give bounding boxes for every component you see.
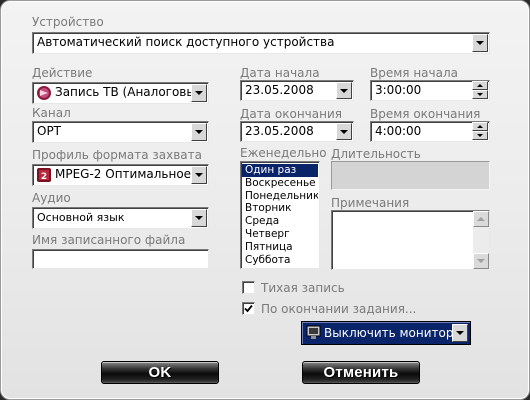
channel-label: Канал — [32, 106, 71, 120]
chevron-down-icon[interactable] — [336, 123, 352, 140]
action-label: Действие — [32, 66, 93, 80]
ok-button-label: OK — [148, 364, 172, 381]
notes-textarea[interactable] — [331, 210, 490, 270]
scroll-up-icon[interactable] — [473, 211, 489, 227]
silent-record-checkbox[interactable] — [242, 281, 255, 294]
on-finish-label: По окончании задания... — [261, 302, 417, 316]
on-finish-checkbox[interactable] — [242, 302, 255, 315]
action-select[interactable]: Запись ТВ (Аналоговый — [32, 82, 209, 104]
filename-label: Имя записанного файла — [32, 233, 186, 247]
channel-select[interactable]: ОРТ — [32, 121, 209, 143]
notes-label: Примечания — [331, 196, 410, 210]
device-value: Автоматический поиск доступного устройст… — [37, 35, 335, 49]
svg-text:2: 2 — [41, 172, 47, 182]
weekly-label: Еженедельно — [240, 146, 327, 160]
duration-field — [331, 161, 490, 190]
capture-profile-value: MPEG-2 Оптимальное к — [55, 167, 203, 181]
mpeg2-profile-icon: 2 — [37, 168, 51, 182]
end-time-label: Время окончания — [370, 107, 481, 121]
weekly-listbox[interactable]: Один раз Воскресенье Понедельник Вторник… — [240, 161, 320, 269]
chevron-down-icon[interactable] — [191, 166, 207, 184]
cancel-button[interactable]: Отменить — [302, 361, 420, 384]
end-time-value: 4:00:00 — [375, 124, 422, 138]
start-date-picker[interactable]: 23.05.2008 — [240, 80, 354, 101]
chevron-down-icon[interactable] — [472, 34, 488, 52]
schedule-recording-dialog: Устройство Автоматический поиск доступно… — [0, 0, 530, 400]
checkmark-icon — [244, 304, 253, 313]
monitor-icon — [306, 325, 321, 339]
cancel-button-label: Отменить — [323, 364, 399, 381]
start-time-label: Время начала — [370, 66, 458, 80]
chevron-down-icon[interactable] — [191, 209, 207, 227]
end-date-picker[interactable]: 23.05.2008 — [240, 121, 354, 142]
spin-up-icon[interactable] — [472, 81, 488, 90]
device-select[interactable]: Автоматический поиск доступного устройст… — [32, 32, 490, 54]
list-item[interactable]: Четверг — [242, 228, 318, 241]
spin-down-icon[interactable] — [472, 131, 488, 140]
start-time-stepper[interactable]: 3:00:00 — [370, 80, 490, 101]
start-date-label: Дата начала — [240, 66, 320, 80]
end-time-stepper[interactable]: 4:00:00 — [370, 121, 490, 142]
list-item[interactable]: Понедельник — [242, 190, 318, 203]
chevron-down-icon[interactable] — [191, 84, 207, 102]
list-item[interactable]: Пятница — [242, 241, 318, 254]
chevron-down-icon[interactable] — [191, 123, 207, 141]
finish-action-value: Выключить монитор — [324, 326, 454, 340]
end-date-value: 23.05.2008 — [245, 124, 314, 138]
channel-value: ОРТ — [37, 124, 62, 138]
duration-label: Длительность — [331, 147, 421, 161]
end-date-label: Дата окончания — [240, 107, 342, 121]
audio-select[interactable]: Основной язык — [32, 207, 209, 229]
capture-profile-select[interactable]: 2 MPEG-2 Оптимальное к — [32, 164, 209, 186]
list-item[interactable]: Суббота — [242, 254, 318, 267]
audio-label: Аудио — [32, 191, 71, 205]
device-label: Устройство — [32, 15, 104, 29]
capture-profile-label: Профиль формата захвата — [32, 148, 202, 162]
spin-down-icon[interactable] — [472, 90, 488, 99]
list-item[interactable]: Воскресенье — [242, 177, 318, 190]
list-item[interactable]: Среда — [242, 215, 318, 228]
list-item[interactable]: Один раз — [242, 164, 318, 177]
filename-input[interactable] — [32, 249, 209, 269]
finish-action-select[interactable]: Выключить монитор — [301, 321, 471, 345]
tv-record-icon — [37, 86, 51, 100]
action-value: Запись ТВ (Аналоговый — [55, 85, 204, 99]
list-item[interactable]: Вторник — [242, 202, 318, 215]
silent-record-label: Тихая запись — [261, 281, 345, 295]
start-date-value: 23.05.2008 — [245, 83, 314, 97]
audio-value: Основной язык — [37, 211, 125, 224]
spin-up-icon[interactable] — [472, 122, 488, 131]
scroll-down-icon[interactable] — [473, 253, 489, 269]
notes-scrollbar[interactable] — [473, 211, 489, 269]
ok-button[interactable]: OK — [101, 361, 219, 384]
start-time-value: 3:00:00 — [375, 83, 422, 97]
chevron-down-icon[interactable] — [336, 82, 352, 99]
chevron-down-icon[interactable] — [452, 324, 468, 342]
